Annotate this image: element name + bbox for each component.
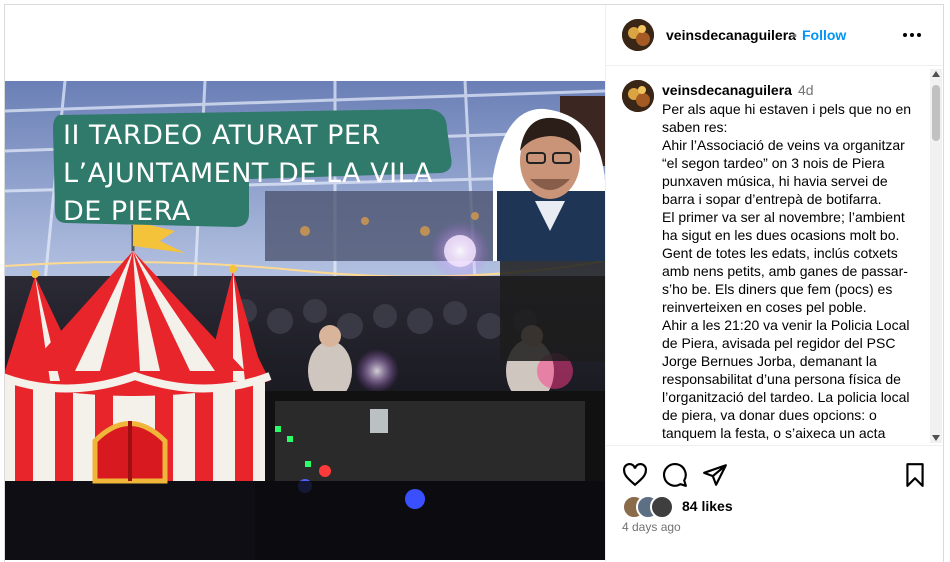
more-horizontal-icon[interactable]: [900, 23, 924, 47]
scroll-up-arrow-icon[interactable]: [932, 71, 940, 77]
likes-count[interactable]: 84 likes: [682, 498, 733, 514]
comments-scrollbar[interactable]: [930, 69, 942, 443]
post-sidebar: veinsdecanaguilera • Follow veinsdecanag…: [605, 5, 943, 562]
post-header: veinsdecanaguilera • Follow: [606, 5, 943, 66]
banner-sticker: II TARDEO ATURAT PER L’AJUNTAMENT DE LA …: [49, 109, 469, 229]
comments-area[interactable]: veinsdecanaguilera 4d Per als aque hi est…: [606, 66, 928, 444]
scroll-thumb[interactable]: [932, 85, 940, 141]
post-photo[interactable]: II TARDEO ATURAT PER L’AJUNTAMENT DE LA …: [5, 81, 605, 560]
caption-time[interactable]: 4d: [798, 82, 814, 98]
post-actions: 84 likes 4 days ago: [606, 445, 943, 562]
author-username[interactable]: veinsdecanaguilera: [666, 27, 796, 43]
separator-dot: •: [792, 27, 797, 43]
author-avatar[interactable]: [622, 19, 654, 51]
banner-text: II TARDEO ATURAT PER L’AJUNTAMENT DE LA …: [63, 120, 433, 227]
share-icon[interactable]: [702, 462, 728, 488]
post-media: II TARDEO ATURAT PER L’AJUNTAMENT DE LA …: [5, 5, 605, 562]
posted-time[interactable]: 4 days ago: [622, 520, 681, 534]
follow-button[interactable]: Follow: [802, 27, 846, 43]
bookmark-icon[interactable]: [902, 462, 928, 488]
caption-text: Per als aque hi estaven i pels que no en…: [662, 101, 912, 441]
liker-avatar[interactable]: [650, 495, 674, 519]
heart-icon[interactable]: [622, 462, 648, 488]
scroll-down-arrow-icon[interactable]: [932, 435, 940, 441]
caption-username[interactable]: veinsdecanaguilera: [662, 82, 792, 98]
comment-icon[interactable]: [662, 462, 688, 488]
caption-author-avatar[interactable]: [622, 80, 654, 112]
politician-photo-sticker: [493, 108, 605, 262]
post-dialog: II TARDEO ATURAT PER L’AJUNTAMENT DE LA …: [4, 4, 944, 562]
